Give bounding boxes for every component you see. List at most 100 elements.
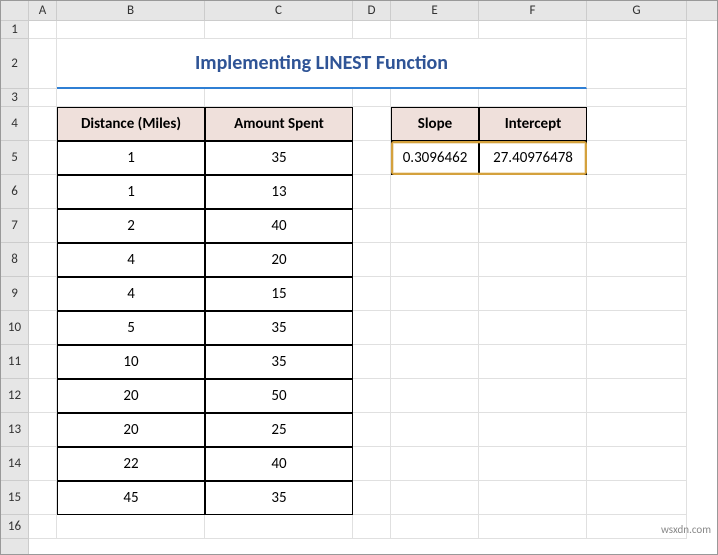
col-header-F[interactable]: F <box>479 1 587 20</box>
cell-E15[interactable] <box>391 481 479 515</box>
cell-C13[interactable]: 25 <box>205 413 353 447</box>
cell-C9[interactable]: 15 <box>205 277 353 311</box>
cell-A16[interactable] <box>29 515 57 539</box>
cell-C15[interactable]: 35 <box>205 481 353 515</box>
cell-A4[interactable] <box>29 107 57 141</box>
cell-A13[interactable] <box>29 413 57 447</box>
cell-E11[interactable] <box>391 345 479 379</box>
cell-F12[interactable] <box>479 379 587 413</box>
cell-E12[interactable] <box>391 379 479 413</box>
cell-G9[interactable] <box>587 277 687 311</box>
cell-C10[interactable]: 35 <box>205 311 353 345</box>
cell-D13[interactable] <box>353 413 391 447</box>
cell-F1[interactable] <box>479 21 587 39</box>
cell-E14[interactable] <box>391 447 479 481</box>
cell-D12[interactable] <box>353 379 391 413</box>
table2-header-slope[interactable]: Slope <box>391 107 479 141</box>
row-header-8[interactable]: 8 <box>1 243 28 277</box>
cell-F15[interactable] <box>479 481 587 515</box>
cell-D8[interactable] <box>353 243 391 277</box>
cell-A10[interactable] <box>29 311 57 345</box>
cell-D9[interactable] <box>353 277 391 311</box>
row-header-3[interactable]: 3 <box>1 89 28 107</box>
cell-B11[interactable]: 10 <box>57 345 205 379</box>
cell-E1[interactable] <box>391 21 479 39</box>
cell-E6[interactable] <box>391 175 479 209</box>
cell-F16[interactable] <box>479 515 587 539</box>
cell-G13[interactable] <box>587 413 687 447</box>
cell-D4[interactable] <box>353 107 391 141</box>
row-header-6[interactable]: 6 <box>1 175 28 209</box>
row-header-11[interactable]: 11 <box>1 345 28 379</box>
cell-B3[interactable] <box>57 89 205 107</box>
row-header-5[interactable]: 5 <box>1 141 28 175</box>
cell-B6[interactable]: 1 <box>57 175 205 209</box>
cell-D11[interactable] <box>353 345 391 379</box>
cell-D15[interactable] <box>353 481 391 515</box>
cell-G7[interactable] <box>587 209 687 243</box>
cell-F3[interactable] <box>479 89 587 107</box>
cell-G11[interactable] <box>587 345 687 379</box>
cell-F6[interactable] <box>479 175 587 209</box>
cell-C16[interactable] <box>205 515 353 539</box>
cell-A12[interactable] <box>29 379 57 413</box>
cell-G1[interactable] <box>587 21 687 39</box>
cell-A6[interactable] <box>29 175 57 209</box>
cell-B5[interactable]: 1 <box>57 141 205 175</box>
cell-G3[interactable] <box>587 89 687 107</box>
cell-C12[interactable]: 50 <box>205 379 353 413</box>
cell-F9[interactable] <box>479 277 587 311</box>
col-header-G[interactable]: G <box>587 1 687 20</box>
cell-F14[interactable] <box>479 447 587 481</box>
cell-A8[interactable] <box>29 243 57 277</box>
cell-E16[interactable] <box>391 515 479 539</box>
select-all-corner[interactable] <box>1 1 29 21</box>
cell-B13[interactable]: 20 <box>57 413 205 447</box>
cell-D10[interactable] <box>353 311 391 345</box>
cell-B7[interactable]: 2 <box>57 209 205 243</box>
cell-D5[interactable] <box>353 141 391 175</box>
row-header-9[interactable]: 9 <box>1 277 28 311</box>
row-header-7[interactable]: 7 <box>1 209 28 243</box>
row-header-2[interactable]: 2 <box>1 39 28 89</box>
cell-G8[interactable] <box>587 243 687 277</box>
cell-G15[interactable] <box>587 481 687 515</box>
cell-B9[interactable]: 4 <box>57 277 205 311</box>
table1-header-distance[interactable]: Distance (Miles) <box>57 107 205 141</box>
cell-E13[interactable] <box>391 413 479 447</box>
cell-B8[interactable]: 4 <box>57 243 205 277</box>
cell-A9[interactable] <box>29 277 57 311</box>
cell-C7[interactable]: 40 <box>205 209 353 243</box>
col-header-B[interactable]: B <box>57 1 205 20</box>
row-header-15[interactable]: 15 <box>1 481 28 515</box>
cell-D16[interactable] <box>353 515 391 539</box>
row-header-16[interactable]: 16 <box>1 515 28 539</box>
cell-B12[interactable]: 20 <box>57 379 205 413</box>
cell-C6[interactable]: 13 <box>205 175 353 209</box>
cell-C1[interactable] <box>205 21 353 39</box>
cell-G2[interactable] <box>587 39 687 89</box>
title-cell[interactable]: Implementing LINEST Function <box>57 39 587 89</box>
cell-F5-intercept[interactable]: 27.40976478 <box>479 141 587 175</box>
cell-C5[interactable]: 35 <box>205 141 353 175</box>
cell-C11[interactable]: 35 <box>205 345 353 379</box>
col-header-E[interactable]: E <box>391 1 479 20</box>
cell-E10[interactable] <box>391 311 479 345</box>
cell-A15[interactable] <box>29 481 57 515</box>
cell-C14[interactable]: 40 <box>205 447 353 481</box>
row-header-4[interactable]: 4 <box>1 107 28 141</box>
cell-F8[interactable] <box>479 243 587 277</box>
cell-A2[interactable] <box>29 39 57 89</box>
col-header-A[interactable]: A <box>29 1 57 20</box>
cell-A14[interactable] <box>29 447 57 481</box>
cell-C8[interactable]: 20 <box>205 243 353 277</box>
table1-header-amount[interactable]: Amount Spent <box>205 107 353 141</box>
cell-G12[interactable] <box>587 379 687 413</box>
cell-F11[interactable] <box>479 345 587 379</box>
cell-A1[interactable] <box>29 21 57 39</box>
cell-D14[interactable] <box>353 447 391 481</box>
cell-B1[interactable] <box>57 21 205 39</box>
cell-A3[interactable] <box>29 89 57 107</box>
cell-D1[interactable] <box>353 21 391 39</box>
row-header-12[interactable]: 12 <box>1 379 28 413</box>
